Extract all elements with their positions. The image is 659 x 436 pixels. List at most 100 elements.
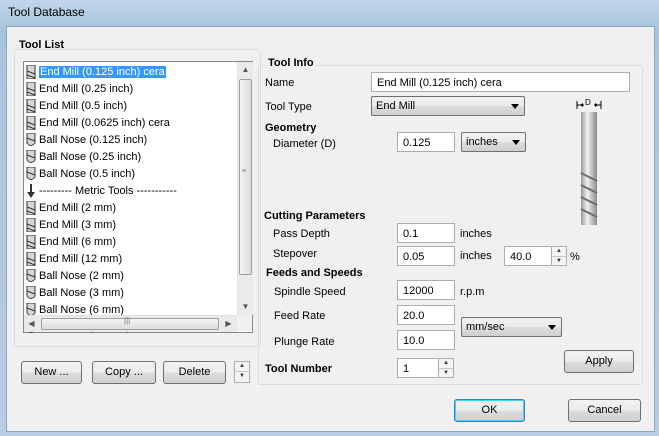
window-title: Tool Database (8, 5, 85, 19)
tool-list-item-label: End Mill (2 mm) (39, 201, 117, 214)
tool-list-item[interactable]: Ball Nose (0.125 inch) (26, 131, 147, 148)
pass-depth-label: Pass Depth (273, 228, 330, 240)
tool-list-item[interactable]: Ball Nose (0.25 inch) (26, 148, 141, 165)
diameter-units-value: inches (466, 136, 498, 148)
tool-list-item-label: Ball Nose (0.5 inch) (39, 167, 135, 180)
tool-list-item-label: End Mill (0.25 inch) (39, 82, 134, 95)
tool-list-item-label: End Mill (0.0625 inch) cera (39, 116, 170, 129)
name-label: Name (265, 77, 295, 89)
end-mill-icon (26, 64, 36, 79)
rate-units-select[interactable]: mm/sec (461, 317, 562, 337)
spin-up-icon[interactable]: ▲ (552, 247, 566, 257)
spindle-speed-unit: r.p.m (460, 286, 485, 298)
stepover-percent-spinner[interactable]: ▲ ▼ (551, 246, 567, 266)
tool-list-item-label: Ball Nose (0.25 inch) (39, 150, 142, 163)
tool-list-item-label: End Mill (6 mm) (39, 235, 117, 248)
pass-depth-field[interactable]: 0.1 (397, 223, 455, 243)
cancel-button[interactable]: Cancel (568, 399, 641, 422)
scroll-up-icon[interactable]: ▲ (238, 62, 253, 78)
tool-list-item[interactable]: End Mill (0.25 inch) (26, 80, 133, 97)
ok-button[interactable]: OK (454, 399, 525, 422)
spin-up-icon[interactable]: ▲ (439, 359, 453, 369)
tool-list-item-label: Ball Nose (3 mm) (39, 286, 124, 299)
end-mill-icon (26, 81, 36, 96)
stepover-label: Stepover (273, 248, 318, 260)
tool-number-label: Tool Number (265, 363, 333, 375)
tool-list-item[interactable]: End Mill (12 mm) (26, 250, 122, 267)
tool-list-vertical-scrollbar[interactable]: ▲ ≡ ▼ (237, 62, 253, 315)
plunge-rate-field[interactable]: 10.0 (397, 330, 455, 350)
tool-list-item-label: End Mill (3 mm) (39, 218, 117, 231)
spindle-speed-label: Spindle Speed (274, 286, 346, 298)
tool-list-item-label: --------- Metric Tools ----------- (39, 184, 177, 197)
end-mill-diagram: D (569, 97, 609, 227)
tool-list-item-label: End Mill (12 mm) (39, 252, 123, 265)
apply-button[interactable]: Apply (564, 350, 634, 373)
tool-list-item-label: Ball Nose (0.125 inch) (39, 133, 148, 146)
delete-tool-button[interactable]: Delete (163, 361, 226, 384)
spin-down-icon[interactable]: ▼ (439, 369, 453, 378)
stepover-percent-field[interactable]: 40.0 (504, 246, 552, 266)
diagram-d-label: D (585, 98, 591, 107)
end-mill-icon (26, 98, 36, 113)
stepover-field[interactable]: 0.05 (397, 246, 455, 266)
new-tool-button[interactable]: New ... (21, 361, 82, 384)
tool-number-spinner[interactable]: ▲ ▼ (438, 358, 454, 378)
scroll-right-icon[interactable]: ▶ (221, 316, 236, 332)
tool-list-item[interactable]: End Mill (6 mm) (26, 233, 116, 250)
end-mill-icon (26, 217, 36, 232)
pass-depth-unit: inches (460, 228, 492, 240)
scroll-thumb-vertical[interactable] (239, 79, 252, 275)
diameter-units-select[interactable]: inches (461, 132, 526, 152)
scroll-left-icon[interactable]: ◀ (24, 316, 39, 332)
tool-list-item-label: Ball Nose (2 mm) (39, 269, 124, 282)
tool-type-select[interactable]: End Mill (371, 96, 525, 116)
tool-list-item[interactable]: --------- Metric Tools ----------- (26, 182, 177, 199)
copy-tool-button[interactable]: Copy ... (92, 361, 156, 384)
separator-arrow-icon (26, 183, 36, 198)
rate-units-value: mm/sec (466, 321, 505, 333)
tool-number-field[interactable]: 1 (397, 358, 439, 378)
diameter-label: Diameter (D) (273, 138, 336, 150)
grip-icon: ||| (124, 316, 131, 325)
tool-list-item[interactable]: End Mill (2 mm) (26, 199, 116, 216)
chevron-down-icon (548, 325, 556, 330)
spindle-speed-field[interactable]: 12000 (397, 280, 455, 300)
ball-nose-icon (26, 285, 36, 300)
tool-list-item[interactable]: Ball Nose (3 mm) (26, 284, 124, 301)
feeds-and-speeds-heading: Feeds and Speeds (266, 267, 363, 279)
dialog-client-area: Tool List End Mill (0.125 inch) cera End … (6, 26, 655, 432)
plunge-rate-label: Plunge Rate (274, 336, 335, 348)
spin-down-icon[interactable]: ▼ (552, 257, 566, 266)
tool-name-field[interactable]: End Mill (0.125 inch) cera (371, 72, 630, 92)
tool-list-item[interactable]: End Mill (0.5 inch) (26, 97, 127, 114)
tool-info-heading: Tool Info (267, 57, 315, 69)
tool-list-item[interactable]: Ball Nose (0.5 inch) (26, 165, 135, 182)
tool-list-horizontal-scrollbar[interactable]: ◀ ||| ▶ (24, 315, 237, 332)
diameter-field[interactable]: 0.125 (397, 132, 455, 152)
end-mill-icon (26, 115, 36, 130)
end-mill-icon (26, 200, 36, 215)
move-down-icon[interactable]: ▼ (235, 372, 249, 381)
tool-database-window: Tool Database Tool List End Mill (0.125 … (0, 0, 659, 436)
tool-order-spinner[interactable]: ▲ ▼ (234, 361, 250, 383)
tool-list-item-label: End Mill (0.5 inch) (39, 99, 128, 112)
cutting-parameters-heading: Cutting Parameters (264, 210, 366, 222)
tool-list-item[interactable]: End Mill (3 mm) (26, 216, 116, 233)
scroll-down-icon[interactable]: ▼ (238, 299, 253, 315)
feed-rate-field[interactable]: 20.0 (397, 305, 455, 325)
tool-list-item-label: Ball Nose (6 mm) (39, 303, 124, 316)
tool-list-item[interactable]: End Mill (0.0625 inch) cera (26, 114, 170, 131)
chevron-down-icon (511, 104, 519, 109)
end-mill-icon (26, 234, 36, 249)
grip-icon: ≡ (242, 168, 247, 175)
tool-list-item[interactable]: End Mill (0.125 inch) cera (26, 63, 166, 80)
tool-list-item-label: End Mill (0.125 inch) cera (39, 65, 166, 78)
title-bar[interactable]: Tool Database (0, 0, 659, 24)
tool-list[interactable]: End Mill (0.125 inch) cera End Mill (0.25… (23, 61, 253, 333)
move-up-icon[interactable]: ▲ (235, 362, 249, 372)
tool-type-label: Tool Type (265, 101, 312, 113)
feed-rate-label: Feed Rate (274, 310, 326, 322)
tool-list-item[interactable]: Ball Nose (2 mm) (26, 267, 124, 284)
end-mill-diagram-icon (576, 99, 602, 225)
